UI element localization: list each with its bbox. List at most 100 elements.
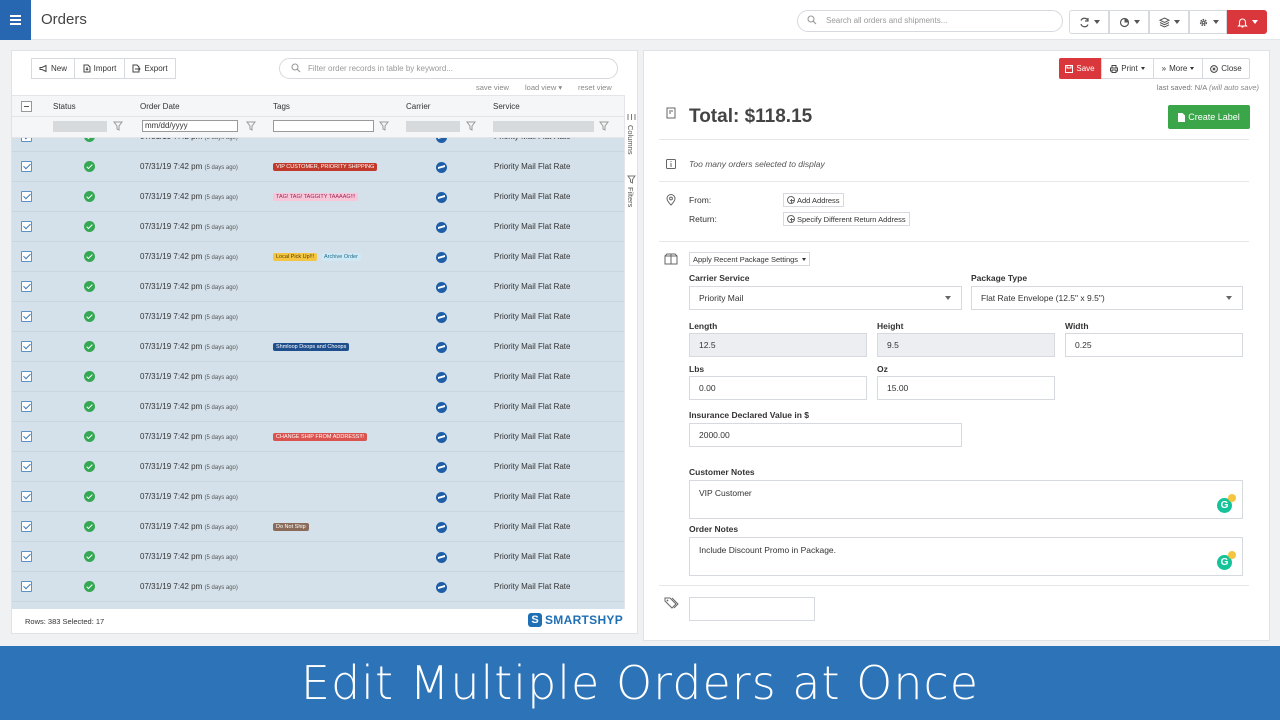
order-tag[interactable]: VIP CUSTOMER, PRIORITY SHIPPING xyxy=(273,163,378,171)
print-button[interactable]: Print xyxy=(1101,58,1154,79)
load-view-link[interactable]: load view ▾ xyxy=(525,83,562,92)
service-filter[interactable] xyxy=(493,121,594,132)
row-checkbox[interactable] xyxy=(21,581,32,592)
table-row[interactable]: 07/31/19 7:42 pm (5 days ago) Priority Ma… xyxy=(12,482,624,512)
col-carrier[interactable]: Carrier xyxy=(406,102,430,111)
sync-button[interactable] xyxy=(1069,10,1109,34)
package-type-select[interactable]: Flat Rate Envelope (12.5" x 9.5") xyxy=(971,286,1243,310)
row-checkbox[interactable] xyxy=(21,341,32,352)
reports-button[interactable] xyxy=(1109,10,1149,34)
row-checkbox[interactable] xyxy=(21,161,32,172)
order-tag[interactable]: Archive Order xyxy=(321,253,361,261)
service-cell: Priority Mail Flat Rate xyxy=(494,282,571,291)
table-row[interactable]: 07/31/19 7:42 pm (5 days ago) VIP CUSTOME… xyxy=(12,152,624,182)
col-order-date[interactable]: Order Date xyxy=(140,102,180,111)
height-field[interactable]: 9.5 xyxy=(877,333,1055,357)
tags-filter[interactable] xyxy=(273,120,374,132)
more-button[interactable]: » More xyxy=(1153,58,1203,79)
row-checkbox[interactable] xyxy=(21,491,32,502)
table-row[interactable]: 07/31/19 7:42 pm (5 days ago) Priority Ma… xyxy=(12,212,624,242)
insurance-field[interactable]: 2000.00 xyxy=(689,423,962,447)
row-checkbox[interactable] xyxy=(21,281,32,292)
apply-recent-package-settings[interactable]: Apply Recent Package Settings xyxy=(689,252,811,266)
table-row[interactable]: 07/31/19 7:42 pm (5 days ago) CHANGE SHIP… xyxy=(12,422,624,452)
table-row[interactable]: 07/31/19 7:42 pm (5 days ago) Priority Ma… xyxy=(12,452,624,482)
width-field[interactable]: 0.25 xyxy=(1065,333,1243,357)
grid-filter-input[interactable]: Filter order records in table by keyword… xyxy=(279,58,618,79)
save-view-link[interactable]: save view xyxy=(476,83,509,92)
row-checkbox[interactable] xyxy=(21,311,32,322)
menu-icon[interactable] xyxy=(0,0,31,40)
notifications-button[interactable] xyxy=(1227,10,1267,34)
order-age-text: (5 days ago) xyxy=(204,345,238,351)
row-checkbox[interactable] xyxy=(21,521,32,532)
length-field[interactable]: 12.5 xyxy=(689,333,867,357)
table-row[interactable]: 07/31/19 7:42 pm (5 days ago) Priority Ma… xyxy=(12,572,624,602)
table-row[interactable]: 07/31/19 7:42 pm (5 days ago) TAG! TAG! T… xyxy=(12,182,624,212)
row-checkbox[interactable] xyxy=(21,371,32,382)
order-tag[interactable]: TAG! TAG! TAGGITY TAAAAG!!! xyxy=(273,193,359,201)
save-button[interactable]: Save xyxy=(1059,58,1101,79)
export-button[interactable]: Export xyxy=(124,58,176,79)
carrier-filter[interactable] xyxy=(406,121,460,132)
table-row[interactable]: 07/31/19 7:42 pm (5 days ago) Priority Ma… xyxy=(12,392,624,422)
table-row[interactable]: 07/31/19 7:42 pm (5 days ago) Priority Ma… xyxy=(12,138,624,152)
customer-notes-textarea[interactable]: VIP Customer G xyxy=(689,480,1243,519)
grammarly-icon[interactable]: G xyxy=(1217,494,1236,513)
row-checkbox[interactable] xyxy=(21,138,32,142)
package-icon xyxy=(664,253,678,265)
order-date-cell: 07/31/19 7:42 pm (5 days ago) xyxy=(140,222,238,231)
table-row[interactable]: 07/31/19 7:42 pm (5 days ago) Priority Ma… xyxy=(12,362,624,392)
import-button[interactable]: Import xyxy=(74,58,125,79)
settings-button[interactable] xyxy=(1189,10,1227,34)
filters-tab[interactable]: Filters xyxy=(626,187,635,207)
grammarly-icon[interactable]: G xyxy=(1217,551,1236,570)
oz-field[interactable]: 15.00 xyxy=(877,376,1055,400)
order-age-text: (5 days ago) xyxy=(204,435,238,441)
row-checkbox[interactable] xyxy=(21,431,32,442)
table-row[interactable]: 07/31/19 7:42 pm (5 days ago) Priority Ma… xyxy=(12,272,624,302)
order-tag[interactable]: Do Not Ship xyxy=(273,523,309,531)
row-checkbox[interactable] xyxy=(21,191,32,202)
row-checkbox[interactable] xyxy=(21,401,32,412)
order-tag[interactable]: Shmloop Doops and Choops xyxy=(273,343,350,351)
close-circle-icon xyxy=(1210,64,1219,73)
select-all-checkbox[interactable] xyxy=(21,101,32,112)
funnel-icon[interactable] xyxy=(246,121,256,131)
global-search-input[interactable]: Search all orders and shipments... xyxy=(797,10,1063,32)
order-date-filter[interactable]: mm/dd/yyyy xyxy=(142,120,238,132)
table-row[interactable]: 07/31/19 7:42 pm (5 days ago) Priority Ma… xyxy=(12,542,624,572)
col-tags[interactable]: Tags xyxy=(273,102,290,111)
create-label-button[interactable]: Create Label xyxy=(1168,105,1250,129)
table-row[interactable]: 07/31/19 7:42 pm (5 days ago) Shmloop Doo… xyxy=(12,332,624,362)
funnel-icon[interactable] xyxy=(113,121,123,131)
order-notes-textarea[interactable]: Include Discount Promo in Package. G xyxy=(689,537,1243,576)
col-service[interactable]: Service xyxy=(493,102,520,111)
status-check-icon xyxy=(84,581,95,592)
database-button[interactable] xyxy=(1149,10,1189,34)
add-address-button[interactable]: Add Address xyxy=(783,193,844,207)
row-checkbox[interactable] xyxy=(21,251,32,262)
status-filter[interactable] xyxy=(53,121,107,132)
row-checkbox[interactable] xyxy=(21,551,32,562)
close-button[interactable]: Close xyxy=(1202,58,1250,79)
carrier-service-select[interactable]: Priority Mail xyxy=(689,286,962,310)
funnel-icon[interactable] xyxy=(379,121,389,131)
row-checkbox[interactable] xyxy=(21,221,32,232)
lbs-field[interactable]: 0.00 xyxy=(689,376,867,400)
col-status[interactable]: Status xyxy=(53,102,76,111)
row-checkbox[interactable] xyxy=(21,461,32,472)
table-row[interactable]: 07/31/19 7:42 pm (5 days ago) Local Pick … xyxy=(12,242,624,272)
order-tag[interactable]: Local Pick Up!!! xyxy=(273,253,318,261)
width-label: Width xyxy=(1065,321,1089,331)
table-row[interactable]: 07/31/19 7:42 pm (5 days ago) Do Not Ship… xyxy=(12,512,624,542)
tags-input[interactable] xyxy=(689,597,815,621)
specify-return-address-button[interactable]: Specify Different Return Address xyxy=(783,212,910,226)
funnel-icon[interactable] xyxy=(466,121,476,131)
table-row[interactable]: 07/31/19 7:42 pm (5 days ago) Priority Ma… xyxy=(12,302,624,332)
reset-view-link[interactable]: reset view xyxy=(578,83,612,92)
columns-tab[interactable]: Columns xyxy=(626,125,635,155)
new-button[interactable]: New xyxy=(31,58,75,79)
funnel-icon[interactable] xyxy=(599,121,609,131)
order-tag[interactable]: CHANGE SHIP FROM ADDRESS!!! xyxy=(273,433,367,441)
